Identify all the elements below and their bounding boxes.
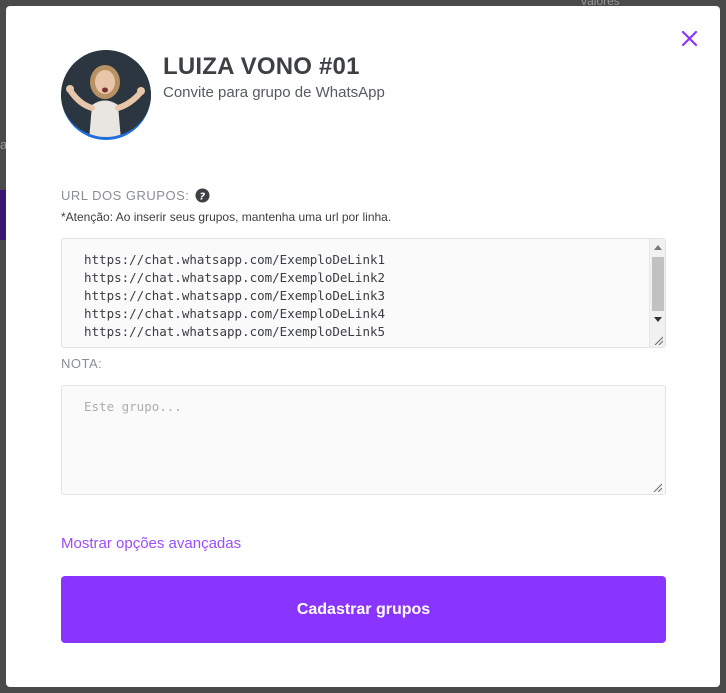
scroll-up-arrow-icon[interactable] — [654, 245, 662, 250]
nota-textarea[interactable] — [61, 385, 666, 495]
url-label: URL DOS GRUPOS: ? — [61, 188, 210, 203]
url-line: https://chat.whatsapp.com/ExemploDeLink5 — [84, 324, 386, 339]
scroll-down-arrow-icon[interactable] — [654, 317, 662, 322]
nota-label: NOTA: — [61, 356, 103, 371]
close-button[interactable] — [679, 28, 701, 50]
advanced-options-link[interactable]: Mostrar opções avançadas — [61, 535, 241, 552]
url-label-text: URL DOS GRUPOS: — [61, 188, 190, 203]
avatar — [61, 50, 151, 140]
url-textarea[interactable]: https://chat.whatsapp.com/ExemploDeLink1… — [61, 238, 666, 348]
group-subtitle: Convite para grupo de WhatsApp — [163, 84, 385, 101]
url-line: https://chat.whatsapp.com/ExemploDeLink1 — [84, 252, 386, 267]
register-groups-button[interactable]: Cadastrar grupos — [61, 576, 666, 643]
url-line: https://chat.whatsapp.com/ExemploDeLink3 — [84, 288, 386, 303]
group-title: LUIZA VONO #01 — [163, 53, 360, 80]
svg-text:?: ? — [200, 192, 206, 203]
url-line: https://chat.whatsapp.com/ExemploDeLink2 — [84, 270, 386, 285]
question-circle-icon[interactable]: ? — [195, 188, 210, 203]
register-groups-modal: LUIZA VONO #01 Convite para grupo de Wha… — [6, 6, 720, 687]
url-line: https://chat.whatsapp.com/ExemploDeLink4 — [84, 306, 386, 321]
url-scrollbar[interactable] — [649, 239, 665, 347]
scroll-thumb[interactable] — [652, 257, 664, 311]
url-warning: *Atenção: Ao inserir seus grupos, manten… — [61, 210, 392, 224]
resize-grip-icon[interactable] — [653, 335, 663, 345]
close-icon[interactable] — [679, 28, 701, 50]
